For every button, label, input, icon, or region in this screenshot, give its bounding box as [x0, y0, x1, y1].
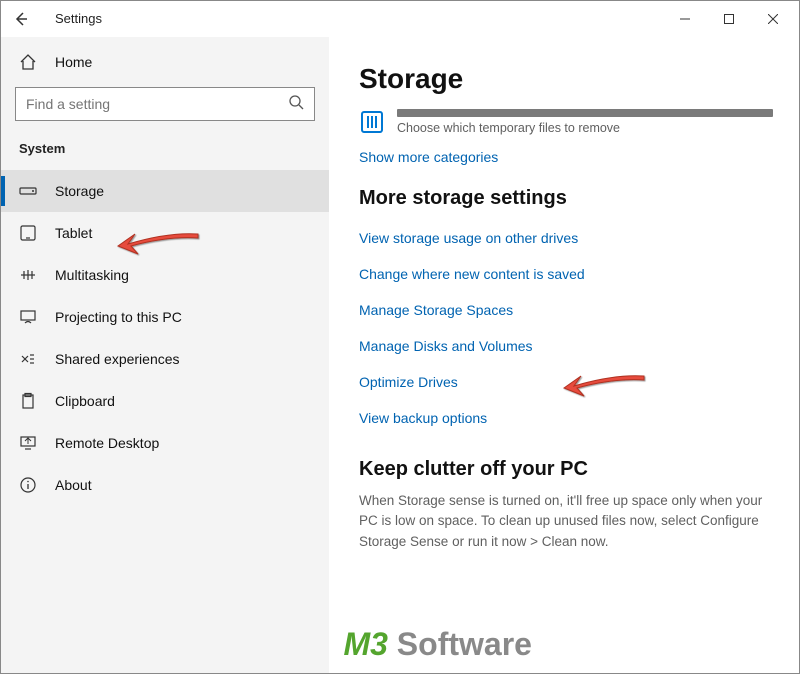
sidebar-item-label: About	[55, 477, 92, 493]
watermark-rest: Software	[388, 626, 532, 662]
home-label: Home	[55, 54, 92, 70]
sidebar: Home System Storage Tablet Multita	[1, 37, 329, 673]
keep-clutter-body: When Storage sense is turned on, it'll f…	[359, 491, 773, 552]
sidebar-item-shared-experiences[interactable]: Shared experiences	[1, 338, 329, 380]
sidebar-item-clipboard[interactable]: Clipboard	[1, 380, 329, 422]
more-storage-settings-header: More storage settings	[359, 187, 773, 210]
sidebar-item-storage[interactable]: Storage	[1, 170, 329, 212]
sidebar-item-remote-desktop[interactable]: Remote Desktop	[1, 422, 329, 464]
keep-clutter-header: Keep clutter off your PC	[359, 458, 773, 481]
temp-files-row[interactable]: Choose which temporary files to remove	[359, 109, 773, 135]
app-title: Settings	[55, 11, 102, 26]
remote-desktop-icon	[19, 434, 37, 452]
titlebar: Settings	[1, 1, 799, 37]
sidebar-item-label: Projecting to this PC	[55, 309, 182, 325]
sidebar-item-tablet[interactable]: Tablet	[1, 212, 329, 254]
sidebar-item-about[interactable]: About	[1, 464, 329, 506]
temp-files-icon	[359, 109, 385, 135]
link-manage-disks-volumes[interactable]: Manage Disks and Volumes	[359, 338, 773, 354]
sidebar-item-projecting[interactable]: Projecting to this PC	[1, 296, 329, 338]
page-title: Storage	[359, 63, 773, 95]
search-icon	[288, 94, 304, 115]
search-input[interactable]	[15, 87, 315, 121]
link-view-backup-options[interactable]: View backup options	[359, 410, 773, 426]
temp-files-subtitle: Choose which temporary files to remove	[397, 121, 773, 135]
storage-icon	[19, 182, 37, 200]
link-manage-storage-spaces[interactable]: Manage Storage Spaces	[359, 302, 773, 318]
shared-experiences-icon	[19, 350, 37, 368]
multitasking-icon	[19, 266, 37, 284]
sidebar-item-label: Tablet	[55, 225, 92, 241]
home-icon	[19, 53, 37, 71]
close-button[interactable]	[751, 4, 795, 34]
storage-usage-bar	[397, 109, 773, 117]
container: Home System Storage Tablet Multita	[1, 37, 799, 673]
link-optimize-drives[interactable]: Optimize Drives	[359, 374, 773, 390]
about-icon	[19, 476, 37, 494]
projecting-icon	[19, 308, 37, 326]
tablet-icon	[19, 224, 37, 242]
link-change-content-location[interactable]: Change where new content is saved	[359, 266, 773, 282]
temp-files-bar-area: Choose which temporary files to remove	[397, 109, 773, 135]
sidebar-item-home[interactable]: Home	[1, 43, 329, 83]
minimize-button[interactable]	[663, 4, 707, 34]
clipboard-icon	[19, 392, 37, 410]
sidebar-item-label: Storage	[55, 183, 104, 199]
search-field[interactable]	[26, 96, 288, 112]
sidebar-item-label: Shared experiences	[55, 351, 180, 367]
more-settings-links: View storage usage on other drives Chang…	[359, 230, 773, 426]
sidebar-item-label: Clipboard	[55, 393, 115, 409]
sidebar-item-label: Remote Desktop	[55, 435, 159, 451]
watermark-brand: M3	[343, 626, 387, 662]
link-view-storage-usage[interactable]: View storage usage on other drives	[359, 230, 773, 246]
sidebar-item-label: Multitasking	[55, 267, 129, 283]
main-content: Storage Choose which temporary files to …	[329, 37, 799, 673]
sidebar-section: System	[1, 135, 329, 170]
maximize-button[interactable]	[707, 4, 751, 34]
back-icon[interactable]	[13, 11, 29, 32]
watermark: M3 Software	[343, 626, 531, 663]
show-more-categories-link[interactable]: Show more categories	[359, 149, 773, 165]
sidebar-item-multitasking[interactable]: Multitasking	[1, 254, 329, 296]
